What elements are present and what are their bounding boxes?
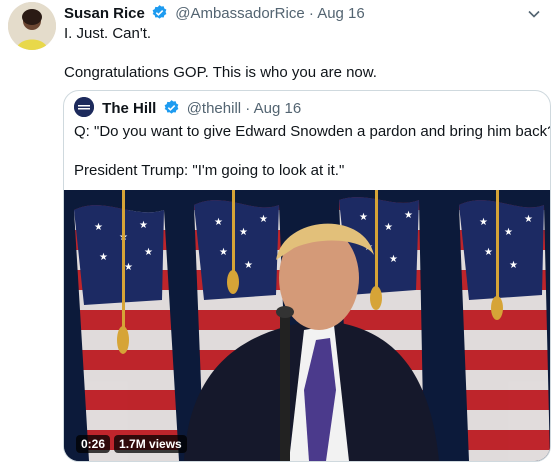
svg-text:★: ★: [384, 222, 393, 233]
svg-text:★: ★: [214, 217, 223, 228]
author-handle[interactable]: @AmbassadorRice: [175, 5, 304, 22]
tweet-line: I. Just. Can't.: [64, 25, 152, 42]
svg-text:★: ★: [504, 227, 513, 238]
tweet-line: Congratulations GOP. This is who you are…: [64, 64, 377, 81]
svg-text:★: ★: [359, 212, 368, 223]
svg-text:★: ★: [124, 262, 133, 273]
author-avatar[interactable]: [8, 2, 56, 50]
video-badges: 0:26 1.7M views: [76, 435, 187, 453]
svg-text:★: ★: [389, 254, 398, 265]
video-views: 1.7M views: [114, 435, 187, 453]
svg-text:★: ★: [244, 260, 253, 271]
tweet-header: Susan Rice @AmbassadorRice · Aug 16: [64, 4, 524, 24]
quoted-date[interactable]: Aug 16: [254, 100, 302, 117]
chevron-down-icon[interactable]: [526, 6, 542, 22]
svg-text:★: ★: [259, 214, 268, 225]
svg-text:★: ★: [144, 247, 153, 258]
verified-badge-icon: [163, 99, 180, 122]
tweet-date[interactable]: Aug 16: [317, 5, 365, 22]
separator-dot: ·: [308, 5, 314, 22]
quoted-line: Q: "Do you want to give Edward Snowden a…: [74, 123, 551, 140]
svg-text:★: ★: [524, 214, 533, 225]
tweet-text: I. Just. Can't. Congratulations GOP. Thi…: [64, 24, 534, 83]
tweet: Susan Rice @AmbassadorRice · Aug 16 I. J…: [0, 0, 554, 466]
separator-dot: ·: [245, 100, 251, 117]
quoted-author-name[interactable]: The Hill: [102, 100, 156, 117]
quoted-avatar: [74, 97, 94, 117]
svg-text:★: ★: [509, 260, 518, 271]
svg-text:★: ★: [94, 222, 103, 233]
quoted-tweet[interactable]: The Hill @thehill · Aug 16 Q: "Do you wa…: [63, 90, 551, 462]
quoted-text: Q: "Do you want to give Edward Snowden a…: [74, 122, 551, 181]
author-name[interactable]: Susan Rice: [64, 5, 145, 22]
svg-text:★: ★: [484, 247, 493, 258]
svg-text:★: ★: [99, 252, 108, 263]
svg-text:★: ★: [139, 220, 148, 231]
svg-text:★: ★: [239, 227, 248, 238]
video-player[interactable]: ★★★ ★★★ ★★★ ★★ ★★★ ★★ ★★★ ★★: [64, 190, 550, 461]
quoted-author-handle[interactable]: @thehill: [187, 100, 241, 117]
quoted-line: President Trump: "I'm going to look at i…: [74, 162, 345, 179]
quoted-header: The Hill @thehill · Aug 16: [74, 97, 301, 117]
svg-text:★: ★: [219, 247, 228, 258]
svg-text:★: ★: [404, 210, 413, 221]
svg-text:★: ★: [479, 217, 488, 228]
video-duration: 0:26: [76, 435, 111, 453]
